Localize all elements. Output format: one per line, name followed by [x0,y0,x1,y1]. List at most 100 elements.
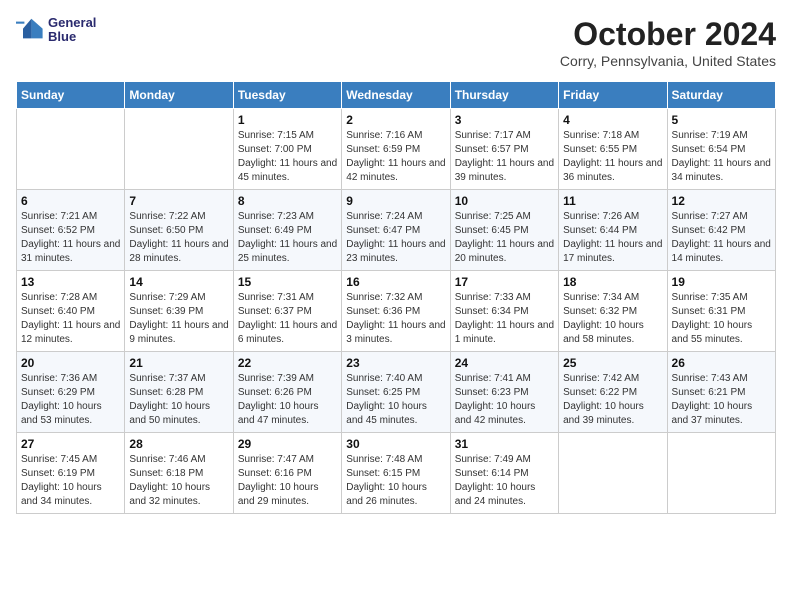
day-info: Sunrise: 7:36 AM Sunset: 6:29 PM Dayligh… [21,372,120,428]
calendar-cell: 13 Sunrise: 7:28 AM Sunset: 6:40 PM Dayli… [17,271,125,352]
day-number: 26 [672,356,771,370]
calendar-week-row: 20 Sunrise: 7:36 AM Sunset: 6:29 PM Dayli… [17,352,776,433]
calendar-cell: 18 Sunrise: 7:34 AM Sunset: 6:32 PM Dayli… [559,271,667,352]
day-number: 22 [238,356,337,370]
calendar-cell: 23 Sunrise: 7:40 AM Sunset: 6:25 PM Dayli… [342,352,450,433]
day-info: Sunrise: 7:21 AM Sunset: 6:52 PM Dayligh… [21,210,120,266]
day-info: Sunrise: 7:49 AM Sunset: 6:14 PM Dayligh… [455,453,554,509]
day-info: Sunrise: 7:28 AM Sunset: 6:40 PM Dayligh… [21,291,120,347]
day-number: 3 [455,113,554,127]
calendar-cell [125,109,233,190]
day-number: 13 [21,275,120,289]
calendar-cell: 11Sunrise: 7:26 AM Sunset: 6:44 PM Dayli… [559,190,667,271]
calendar-cell [667,433,775,514]
calendar-cell: 7 Sunrise: 7:22 AM Sunset: 6:50 PM Daylig… [125,190,233,271]
day-info: Sunrise: 7:23 AM Sunset: 6:49 PM Dayligh… [238,210,337,266]
day-info: Sunrise: 7:40 AM Sunset: 6:25 PM Dayligh… [346,372,445,428]
weekday-header: Monday [125,82,233,109]
day-info: Sunrise: 7:43 AM Sunset: 6:21 PM Dayligh… [672,372,771,428]
calendar-cell: 2Sunrise: 7:16 AM Sunset: 6:59 PM Daylig… [342,109,450,190]
calendar-cell: 1 Sunrise: 7:15 AM Sunset: 7:00 PM Daylig… [233,109,341,190]
calendar-cell: 5Sunrise: 7:19 AM Sunset: 6:54 PM Daylig… [667,109,775,190]
day-number: 11 [563,194,662,208]
day-number: 20 [21,356,120,370]
weekday-header: Friday [559,82,667,109]
calendar-cell: 9Sunrise: 7:24 AM Sunset: 6:47 PM Daylig… [342,190,450,271]
calendar-cell: 26 Sunrise: 7:43 AM Sunset: 6:21 PM Dayli… [667,352,775,433]
day-number: 31 [455,437,554,451]
day-number: 28 [129,437,228,451]
day-number: 6 [21,194,120,208]
weekday-header: Wednesday [342,82,450,109]
calendar-table: SundayMondayTuesdayWednesdayThursdayFrid… [16,81,776,514]
day-number: 12 [672,194,771,208]
day-number: 15 [238,275,337,289]
calendar-cell: 22 Sunrise: 7:39 AM Sunset: 6:26 PM Dayli… [233,352,341,433]
day-number: 1 [238,113,337,127]
month-title: October 2024 [560,16,776,53]
logo-icon [16,16,44,44]
weekday-header: Saturday [667,82,775,109]
logo-line2: Blue [48,30,96,44]
calendar-cell: 31 Sunrise: 7:49 AM Sunset: 6:14 PM Dayli… [450,433,558,514]
calendar-week-row: 6 Sunrise: 7:21 AM Sunset: 6:52 PM Daylig… [17,190,776,271]
day-info: Sunrise: 7:17 AM Sunset: 6:57 PM Dayligh… [455,129,554,185]
day-info: Sunrise: 7:29 AM Sunset: 6:39 PM Dayligh… [129,291,228,347]
day-number: 25 [563,356,662,370]
day-number: 21 [129,356,228,370]
day-info: Sunrise: 7:15 AM Sunset: 7:00 PM Dayligh… [238,129,337,185]
calendar-cell: 29Sunrise: 7:47 AM Sunset: 6:16 PM Dayli… [233,433,341,514]
logo-text: General Blue [48,16,96,45]
calendar-cell: 3 Sunrise: 7:17 AM Sunset: 6:57 PM Daylig… [450,109,558,190]
weekday-header: Tuesday [233,82,341,109]
day-number: 16 [346,275,445,289]
weekday-row: SundayMondayTuesdayWednesdayThursdayFrid… [17,82,776,109]
day-info: Sunrise: 7:45 AM Sunset: 6:19 PM Dayligh… [21,453,120,509]
calendar-body: 1 Sunrise: 7:15 AM Sunset: 7:00 PM Daylig… [17,109,776,514]
day-info: Sunrise: 7:46 AM Sunset: 6:18 PM Dayligh… [129,453,228,509]
day-number: 2 [346,113,445,127]
day-info: Sunrise: 7:25 AM Sunset: 6:45 PM Dayligh… [455,210,554,266]
day-info: Sunrise: 7:31 AM Sunset: 6:37 PM Dayligh… [238,291,337,347]
calendar-cell: 6 Sunrise: 7:21 AM Sunset: 6:52 PM Daylig… [17,190,125,271]
title-block: October 2024 Corry, Pennsylvania, United… [560,16,776,69]
calendar-cell: 30Sunrise: 7:48 AM Sunset: 6:15 PM Dayli… [342,433,450,514]
calendar-cell: 17Sunrise: 7:33 AM Sunset: 6:34 PM Dayli… [450,271,558,352]
day-info: Sunrise: 7:39 AM Sunset: 6:26 PM Dayligh… [238,372,337,428]
day-number: 27 [21,437,120,451]
calendar-cell: 8 Sunrise: 7:23 AM Sunset: 6:49 PM Daylig… [233,190,341,271]
day-info: Sunrise: 7:32 AM Sunset: 6:36 PM Dayligh… [346,291,445,347]
day-number: 8 [238,194,337,208]
calendar-cell: 15 Sunrise: 7:31 AM Sunset: 6:37 PM Dayli… [233,271,341,352]
day-number: 10 [455,194,554,208]
day-number: 18 [563,275,662,289]
day-number: 7 [129,194,228,208]
calendar-week-row: 27 Sunrise: 7:45 AM Sunset: 6:19 PM Dayli… [17,433,776,514]
calendar-week-row: 13 Sunrise: 7:28 AM Sunset: 6:40 PM Dayli… [17,271,776,352]
location: Corry, Pennsylvania, United States [560,53,776,69]
day-info: Sunrise: 7:41 AM Sunset: 6:23 PM Dayligh… [455,372,554,428]
day-info: Sunrise: 7:34 AM Sunset: 6:32 PM Dayligh… [563,291,662,347]
day-info: Sunrise: 7:33 AM Sunset: 6:34 PM Dayligh… [455,291,554,347]
calendar-cell: 19Sunrise: 7:35 AM Sunset: 6:31 PM Dayli… [667,271,775,352]
day-info: Sunrise: 7:37 AM Sunset: 6:28 PM Dayligh… [129,372,228,428]
day-number: 14 [129,275,228,289]
calendar-cell [17,109,125,190]
calendar-cell: 28 Sunrise: 7:46 AM Sunset: 6:18 PM Dayli… [125,433,233,514]
calendar-week-row: 1 Sunrise: 7:15 AM Sunset: 7:00 PM Daylig… [17,109,776,190]
calendar-cell: 25Sunrise: 7:42 AM Sunset: 6:22 PM Dayli… [559,352,667,433]
calendar-header: SundayMondayTuesdayWednesdayThursdayFrid… [17,82,776,109]
day-info: Sunrise: 7:22 AM Sunset: 6:50 PM Dayligh… [129,210,228,266]
day-number: 4 [563,113,662,127]
calendar-cell [559,433,667,514]
weekday-header: Sunday [17,82,125,109]
day-info: Sunrise: 7:35 AM Sunset: 6:31 PM Dayligh… [672,291,771,347]
day-number: 9 [346,194,445,208]
day-info: Sunrise: 7:27 AM Sunset: 6:42 PM Dayligh… [672,210,771,266]
calendar-cell: 20 Sunrise: 7:36 AM Sunset: 6:29 PM Dayli… [17,352,125,433]
page-header: General Blue October 2024 Corry, Pennsyl… [16,16,776,69]
day-number: 23 [346,356,445,370]
day-number: 24 [455,356,554,370]
calendar-cell: 12 Sunrise: 7:27 AM Sunset: 6:42 PM Dayli… [667,190,775,271]
calendar-cell: 14 Sunrise: 7:29 AM Sunset: 6:39 PM Dayli… [125,271,233,352]
